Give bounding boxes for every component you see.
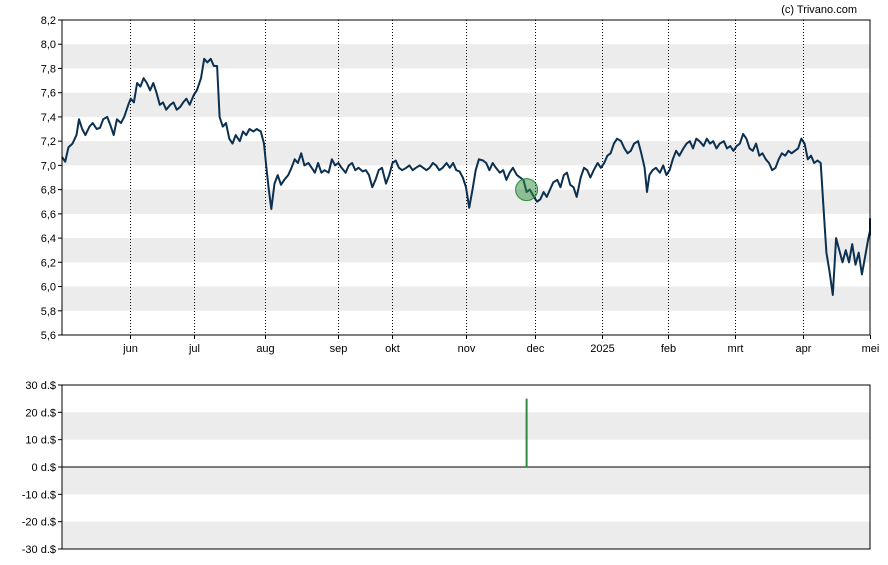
grid-band: [62, 521, 870, 549]
y-tick-label: 10 d.$: [25, 435, 56, 447]
dividend-grid-bands: [62, 412, 870, 549]
y-tick-label: -20 d.$: [22, 517, 56, 529]
y-tick-label: 7,4: [41, 112, 56, 124]
dividend-marker: [515, 178, 539, 202]
y-tick-label: 7,6: [41, 88, 56, 100]
price-panel: 8,2 8,0 7,8 7,6 7,4 7,2 7,0 6,8 6,6 6,4 6,2 6,0 5,8 5…: [41, 15, 880, 355]
x-tick-label: nov: [458, 343, 476, 355]
grid-band: [62, 238, 870, 263]
y-tick-label: 7,2: [41, 136, 56, 148]
copyright-label: (c) Trivano.com: [781, 4, 857, 16]
y-tick-label: 6,6: [41, 209, 56, 221]
y-tick-label: 8,0: [41, 39, 56, 51]
price-marker: [515, 178, 539, 202]
y-tick-label: 30 d.$: [25, 380, 56, 392]
x-tick-label: 2025: [590, 343, 614, 355]
x-tick-label: feb: [661, 343, 676, 355]
x-tick-label: aug: [256, 343, 274, 355]
dividend-panel: 30 d.$ 20 d.$ 10 d.$ 0 d.$ -10 d.$ -20 d.$ -30…: [22, 380, 871, 556]
y-tick-label: 8,2: [41, 15, 56, 27]
y-tick-label: 5,8: [41, 306, 56, 318]
y-tick-label: 20 d.$: [25, 407, 56, 419]
y-tick-label: 6,8: [41, 185, 56, 197]
grid-band: [62, 467, 870, 495]
y-tick-label: 5,6: [41, 330, 56, 342]
x-tick-label: jul: [188, 343, 200, 355]
y-tick-label: 6,2: [41, 257, 56, 269]
y-tick-label: -30 d.$: [22, 544, 56, 556]
grid-band: [62, 412, 870, 440]
y-tick-label: 6,0: [41, 282, 56, 294]
y-tick-label: 7,0: [41, 160, 56, 172]
x-tick-label: mei: [862, 343, 880, 355]
x-tick-label: dec: [527, 343, 545, 355]
x-tick-label: jun: [122, 343, 138, 355]
price-x-axis: jun jul aug sep okt nov dec 2025 feb mrt apr mei: [122, 335, 879, 355]
chart-canvas: (c) Trivano.com 8,2 8,0 7,8 7,6 7,4 7,2 7,0 6,8…: [22, 4, 880, 556]
y-tick-label: 7,8: [41, 63, 56, 75]
y-tick-label: 6,4: [41, 233, 56, 245]
dividend-y-axis: 30 d.$ 20 d.$ 10 d.$ 0 d.$ -10 d.$ -20 d.$ -30…: [22, 380, 62, 556]
x-tick-label: mrt: [728, 343, 744, 355]
x-tick-label: okt: [385, 343, 400, 355]
price-y-axis: 8,2 8,0 7,8 7,6 7,4 7,2 7,0 6,8 6,6 6,4 6,2 6,0 5,8 5…: [41, 15, 62, 342]
price-grid-bands: [62, 44, 870, 311]
y-tick-label: -10 d.$: [22, 489, 56, 501]
x-tick-label: sep: [330, 343, 348, 355]
x-tick-label: apr: [796, 343, 812, 355]
y-tick-label: 0 d.$: [32, 462, 56, 474]
